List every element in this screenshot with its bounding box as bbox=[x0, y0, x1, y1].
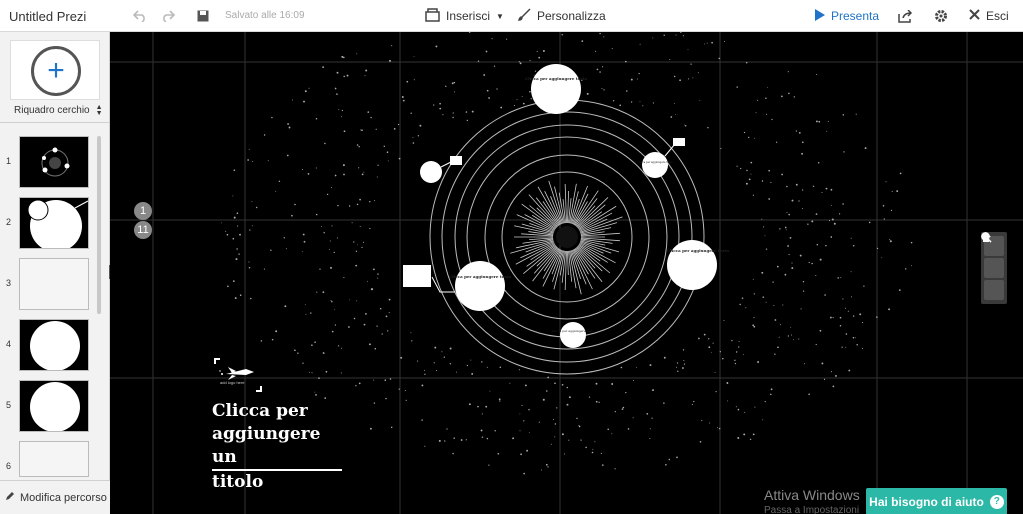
planet-top-label: Clicca per aggiungere testo bbox=[525, 76, 587, 81]
insert-icon bbox=[425, 7, 440, 25]
windows-activate-sub: Passa a Impostazioni bbox=[764, 505, 860, 514]
frame-type-select[interactable]: Riquadro cerchio ▲ ▼ bbox=[14, 104, 103, 117]
thumbnail-preview bbox=[19, 441, 89, 477]
thumbnail-item[interactable]: 2 bbox=[0, 197, 100, 253]
help-button[interactable]: Hai bisogno di aiuto ? bbox=[866, 488, 1007, 514]
redo-icon[interactable] bbox=[160, 8, 176, 24]
thumbnail-preview bbox=[19, 380, 89, 432]
play-icon bbox=[815, 8, 825, 24]
thumbnail-number: 1 bbox=[6, 156, 12, 166]
gear-icon[interactable] bbox=[933, 8, 949, 24]
planet-left bbox=[455, 261, 505, 311]
sort-arrows-icon: ▲ ▼ bbox=[95, 104, 103, 117]
thumbnail-preview bbox=[19, 319, 89, 371]
thumbnail-item[interactable]: 3 bbox=[0, 258, 100, 314]
planet-right-small bbox=[642, 152, 668, 178]
planet-right-small-label: Clicca per aggiungere testo bbox=[637, 161, 673, 164]
edit-path-label: Modifica percorso bbox=[20, 491, 107, 504]
frame-type-label: Riquadro cerchio bbox=[14, 105, 90, 116]
title-line: titolo bbox=[212, 472, 264, 492]
planet-left-small bbox=[420, 161, 442, 183]
corner-mark bbox=[256, 386, 262, 392]
thumbnail-preview bbox=[19, 258, 89, 310]
thumbnail-number: 5 bbox=[6, 400, 12, 410]
zoom-out-icon[interactable] bbox=[981, 232, 1004, 300]
add-frame-button[interactable]: + bbox=[10, 40, 100, 100]
scrollbar[interactable] bbox=[97, 136, 101, 314]
edit-path-button[interactable]: Modifica percorso bbox=[0, 480, 110, 514]
plus-icon: + bbox=[31, 46, 81, 96]
thumbnail-number: 2 bbox=[6, 217, 12, 227]
thumbnail-item[interactable]: 5 bbox=[0, 380, 100, 436]
saved-status: Salvato alle 16:09 bbox=[225, 10, 305, 21]
title-line: aggiungere un bbox=[212, 423, 342, 471]
thumbnail-item[interactable]: 4 bbox=[0, 319, 100, 375]
customize-label: Personalizza bbox=[537, 9, 606, 23]
customize-button[interactable]: Personalizza bbox=[517, 7, 606, 25]
planet-left-label: Clicca per aggiungere testo bbox=[449, 274, 511, 279]
thumbnail-item[interactable]: 1 bbox=[0, 136, 100, 192]
frames-sidebar: + Riquadro cerchio ▲ ▼ 1 2 3 4 5 6 Modif… bbox=[0, 32, 110, 514]
top-toolbar: Untitled Prezi Salvato alle 16:09 Inseri… bbox=[0, 0, 1023, 32]
title-line: Clicca per bbox=[212, 401, 308, 421]
question-icon: ? bbox=[989, 494, 1004, 509]
exit-label: Esci bbox=[986, 9, 1009, 23]
windows-activate-watermark: Attiva Windows bbox=[764, 487, 860, 503]
insert-label: Inserisci bbox=[446, 9, 491, 23]
logo-placeholder[interactable]: add logo here bbox=[214, 358, 262, 392]
pencil-icon bbox=[5, 491, 15, 504]
undo-icon[interactable] bbox=[132, 8, 148, 24]
insert-menu-button[interactable]: Inserisci ▼ bbox=[425, 7, 504, 25]
path-step-badge[interactable]: 11 bbox=[134, 221, 152, 239]
presentation-title[interactable]: Clicca per aggiungere un titolo bbox=[212, 400, 342, 494]
present-button[interactable]: Presenta bbox=[815, 7, 879, 25]
planet-bottom-label: Clicca per aggiungere testo bbox=[552, 329, 594, 333]
close-icon bbox=[969, 9, 980, 23]
thumbnail-number: 6 bbox=[6, 461, 12, 471]
exit-button[interactable]: Esci bbox=[969, 7, 1009, 25]
document-title[interactable]: Untitled Prezi bbox=[9, 9, 86, 24]
thumbnail-number: 3 bbox=[6, 278, 12, 288]
chevron-down-icon: ▼ bbox=[496, 11, 504, 21]
thumbnail-number: 4 bbox=[6, 339, 12, 349]
brush-icon bbox=[517, 8, 531, 24]
path-step-badge[interactable]: 1 bbox=[134, 202, 152, 220]
share-icon[interactable] bbox=[897, 8, 913, 24]
help-label: Hai bisogno di aiuto bbox=[869, 494, 984, 509]
zoom-in-icon[interactable] bbox=[981, 232, 1004, 278]
planet-top bbox=[531, 64, 581, 114]
planet-right-label: Clicca per aggiungere testo bbox=[667, 248, 729, 253]
zoom-controls bbox=[981, 232, 1007, 304]
prezi-canvas[interactable]: Clicca per aggiungere testo Clicca per a… bbox=[110, 32, 1023, 514]
save-icon[interactable] bbox=[195, 8, 211, 24]
thumbnail-preview bbox=[19, 136, 89, 188]
present-label: Presenta bbox=[831, 9, 880, 23]
rocket-icon bbox=[219, 367, 254, 380]
planet-bottom bbox=[560, 322, 586, 348]
thumbnail-preview bbox=[19, 197, 89, 249]
logo-caption: add logo here bbox=[220, 380, 245, 385]
divider bbox=[0, 122, 110, 123]
